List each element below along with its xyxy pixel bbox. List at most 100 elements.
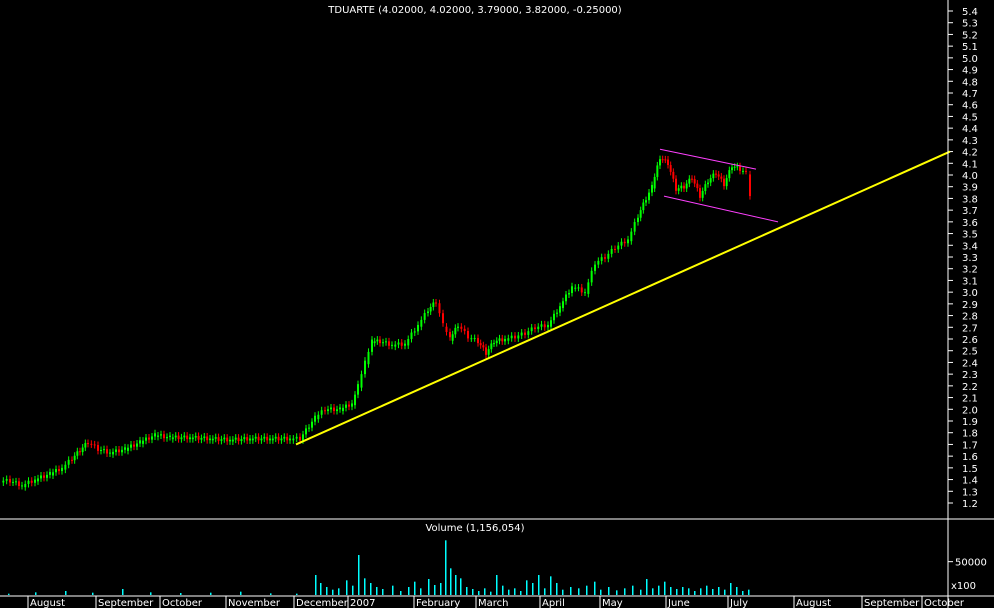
x-tick-label: October [162,598,203,608]
candle-body [295,436,298,439]
volume-bar [742,591,744,595]
volume-bar [332,589,334,595]
candle-body [479,343,482,346]
y-tick-label: 1.8 [962,429,978,440]
candle-body [749,174,751,197]
y-tick-label: 4.6 [962,101,978,112]
price-chart-title: TDUARTE (4.02000, 4.02000, 3.79000, 3.82… [327,5,621,16]
candle-body [18,481,20,487]
candle-body [617,245,620,250]
candle-body [79,451,81,453]
y-tick-label: 1.9 [962,417,978,428]
candle-body [127,447,129,451]
candle-body [709,178,712,183]
y-tick-label: 1.6 [962,452,978,463]
volume-bar [338,588,340,595]
candle-body [174,435,177,438]
candle-body [587,282,590,294]
candle-body [427,311,429,314]
y-tick-label: 3.9 [962,183,978,194]
candle-body [449,331,451,338]
candle-body [314,415,316,422]
candle-body [571,286,573,294]
candle-body [223,437,226,440]
volume-bar [346,580,348,595]
volume-bar [296,593,298,595]
volume-bar [320,583,322,595]
candle-body [537,326,540,330]
candle-body [717,174,720,177]
volume-bar [550,576,552,595]
candle-body [180,437,183,440]
volume-bar [315,575,317,595]
candle-body [507,338,510,341]
candle-body [680,185,683,189]
y-tick-label: 3.6 [962,218,978,229]
candle-body [197,435,200,440]
candle-body [400,342,403,346]
candle-body [530,327,533,332]
candle-body [103,449,105,451]
candle-body [642,202,645,211]
candle-body [590,270,593,283]
candle-body [614,248,616,250]
candle-body [166,436,168,439]
candle-body [115,449,117,452]
x-tick-label: November [228,598,281,608]
candle-body [302,434,304,441]
candle-body [745,170,747,172]
candle-body [348,404,350,407]
candle-body [493,343,495,345]
volume-bar [532,583,534,595]
candle-body [604,257,606,259]
y-tick-label: 4.3 [962,136,978,147]
volume-bar [538,575,540,595]
volume-bar [8,593,10,595]
candle-body [257,436,260,441]
candle-body [683,185,685,189]
volume-bar [408,587,410,595]
candle-body [720,176,723,179]
y-tick-label: 2.0 [962,405,978,416]
candle-body [482,345,485,348]
y-tick-label: 2.4 [962,358,978,369]
volume-bar [676,589,678,595]
candle-body [463,328,466,331]
candle-body [324,410,326,412]
candle-body [373,341,376,344]
volume-bar [718,587,720,595]
x-tick-label: August [796,598,831,608]
volume-bar [594,581,596,595]
volume-bar [736,587,738,595]
volume-bar [428,579,430,595]
candle-body [251,438,254,441]
volume-bar [508,589,510,595]
volume-bar [35,592,37,595]
candle-body [467,330,469,339]
candle-body [183,435,186,438]
y-tick-label: 1.4 [962,476,978,487]
candle-body [432,302,435,307]
volume-bar [748,589,750,595]
y-tick-label: 4.9 [962,66,978,77]
candle-body [55,469,57,473]
x-tick-label: September [98,598,154,608]
candle-body [243,437,246,440]
volume-bar [352,585,354,595]
candle-body [397,342,400,345]
y-tick-label: 1.3 [962,487,978,498]
candle-body [669,165,672,172]
x-tick-label: May [602,598,623,608]
candle-body [106,449,108,454]
candle-body [568,293,570,295]
candle-body [12,481,14,483]
candle-body [124,447,126,450]
candle-body [67,459,70,465]
candle-body [550,320,552,327]
candle-body [209,438,211,441]
volume-bar [472,589,474,595]
candle-body [739,166,741,171]
candle-body [704,184,707,192]
candle-body [27,480,30,484]
candle-body [442,313,444,324]
